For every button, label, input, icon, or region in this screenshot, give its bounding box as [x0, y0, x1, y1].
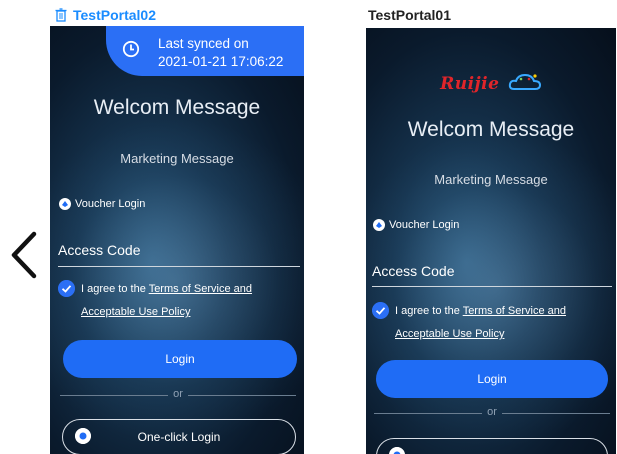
terms-agreement: I agree to the Terms of Service and Acce… [58, 278, 304, 326]
check-icon[interactable] [58, 280, 75, 297]
agree-prefix: I agree to the [81, 283, 146, 295]
policy-link[interactable]: Acceptable Use Policy [81, 306, 190, 318]
access-code-underline [372, 286, 612, 287]
or-divider: or [60, 388, 296, 402]
or-label: or [487, 406, 497, 418]
one-click-icon [75, 428, 91, 444]
sync-line1: Last synced on [158, 36, 249, 51]
ruijie-logo: Ruijie [366, 72, 616, 94]
or-divider: or [374, 406, 610, 420]
portal-preview-left: Last synced on 2021-01-21 17:06:22 Welco… [50, 26, 304, 454]
agree-prefix: I agree to the [395, 305, 460, 317]
terms-link[interactable]: Terms of Service and [149, 283, 252, 295]
or-label: or [173, 388, 183, 400]
access-code-input[interactable]: Access Code [58, 242, 140, 258]
sync-status-badge: Last synced on 2021-01-21 17:06:22 [106, 26, 304, 76]
portal-title-left: TestPortal02 [55, 7, 156, 23]
login-button[interactable]: Login [376, 360, 608, 398]
welcome-message: Welcom Message [93, 96, 261, 119]
portal-name-left[interactable]: TestPortal02 [73, 7, 156, 23]
one-click-login-button[interactable]: One-click Login [62, 419, 296, 454]
access-code-underline [58, 266, 300, 267]
one-click-icon [389, 447, 405, 454]
voucher-icon [59, 198, 71, 210]
sync-timestamp: 2021-01-21 17:06:22 [158, 54, 284, 69]
voucher-login-label: Voucher Login [75, 198, 146, 210]
chevron-left-icon[interactable] [8, 230, 42, 280]
logo-cloud-icon [508, 73, 541, 90]
marketing-message: Marketing Message [434, 172, 548, 187]
check-icon[interactable] [372, 302, 389, 319]
login-button[interactable]: Login [63, 340, 297, 378]
policy-link[interactable]: Acceptable Use Policy [395, 328, 504, 340]
voucher-login-option[interactable]: Voucher Login [373, 219, 459, 231]
access-code-input[interactable]: Access Code [372, 263, 454, 279]
marketing-message: Marketing Message [120, 151, 234, 166]
logo-text: Ruijie [440, 74, 500, 94]
portal-name-right[interactable]: TestPortal01 [368, 7, 451, 23]
one-click-login-button[interactable] [376, 438, 608, 454]
trash-icon[interactable] [55, 8, 67, 22]
voucher-login-label: Voucher Login [389, 219, 460, 231]
voucher-login-option[interactable]: Voucher Login [59, 198, 145, 210]
portal-preview-right: Ruijie Welcom Message Marketing Message … [366, 28, 616, 454]
voucher-icon [373, 219, 385, 231]
welcome-message: Welcom Message [407, 118, 575, 141]
terms-link[interactable]: Terms of Service and [463, 305, 566, 317]
one-click-label: One-click Login [137, 430, 221, 444]
sync-text: Last synced on 2021-01-21 17:06:22 [158, 35, 283, 71]
clock-icon [122, 40, 140, 58]
terms-agreement: I agree to the Terms of Service and Acce… [372, 300, 616, 348]
